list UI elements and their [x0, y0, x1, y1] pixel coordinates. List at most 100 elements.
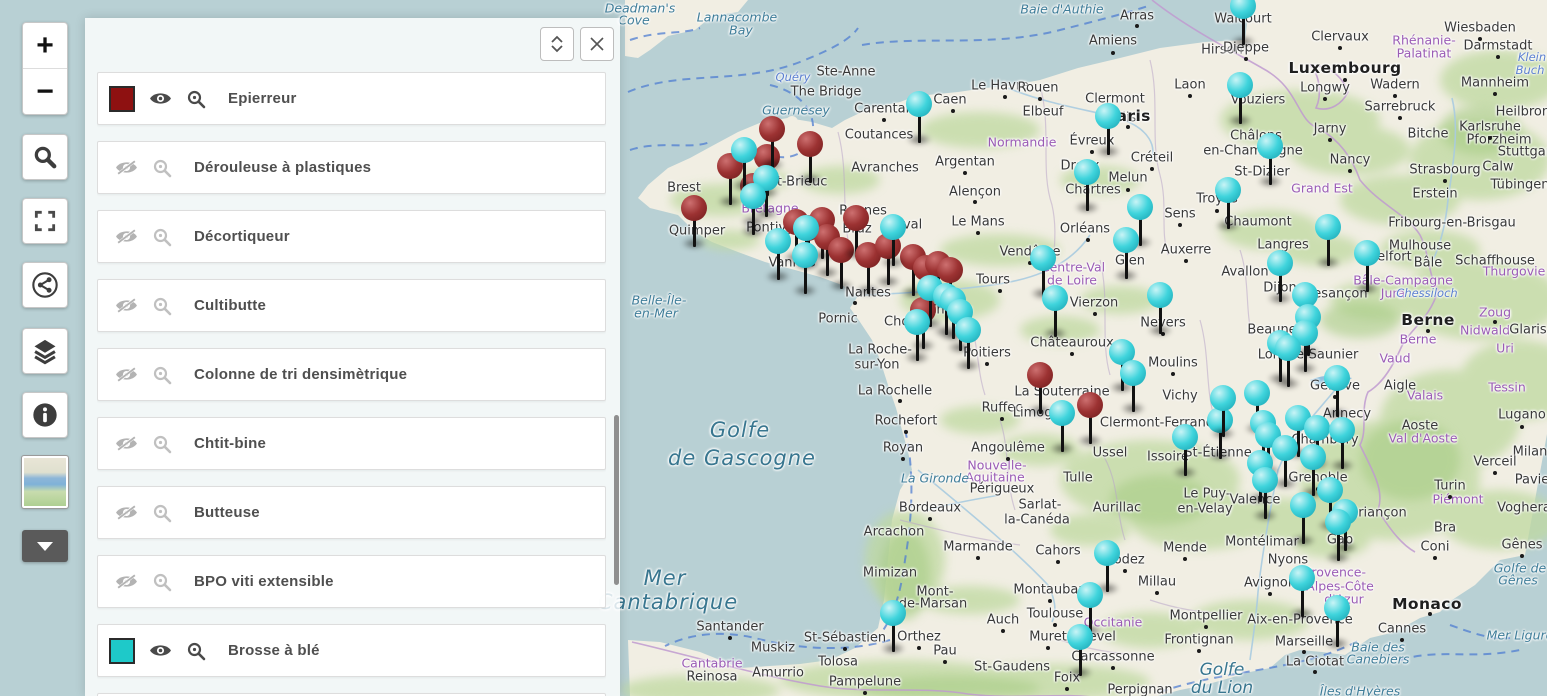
- about-button[interactable]: [22, 392, 68, 438]
- zoom-to-layer-button[interactable]: [152, 503, 172, 523]
- layer-name: Colonne de tri densimètrique: [194, 366, 407, 383]
- toggle-layer-visibility-button[interactable]: [115, 435, 138, 452]
- map-marker-brosse-a-ble[interactable]: [1329, 417, 1355, 473]
- map-marker-brosse-a-ble[interactable]: [1074, 159, 1100, 215]
- zoom-to-layer-icon: [152, 365, 172, 385]
- map-marker-brosse-a-ble[interactable]: [765, 228, 791, 284]
- map-marker-epierreur[interactable]: [759, 116, 785, 172]
- map-marker-brosse-a-ble[interactable]: [1324, 595, 1350, 651]
- layer-row: Cultibutte: [97, 279, 606, 332]
- map-marker-brosse-a-ble[interactable]: [1325, 509, 1351, 565]
- layer-row: Colonne de tri densimètrique: [97, 348, 606, 401]
- eye-off-icon: [115, 297, 138, 314]
- minimap[interactable]: [22, 456, 68, 508]
- layer-row: Butteuse: [97, 486, 606, 539]
- zoom-control: + −: [22, 22, 68, 115]
- map-marker-brosse-a-ble[interactable]: [1289, 565, 1315, 621]
- map-marker-epierreur[interactable]: [1077, 392, 1103, 448]
- map-marker-brosse-a-ble[interactable]: [1095, 103, 1121, 159]
- search-icon: [32, 144, 58, 170]
- minimap-collapse-button[interactable]: [22, 530, 68, 562]
- map-marker-brosse-a-ble[interactable]: [906, 91, 932, 147]
- map-marker-brosse-a-ble[interactable]: [1230, 0, 1256, 49]
- zoom-to-layer-icon: [186, 89, 206, 109]
- map-marker-brosse-a-ble[interactable]: [1147, 282, 1173, 338]
- zoom-to-layer-button[interactable]: [152, 158, 172, 178]
- panel-scrollbar[interactable]: [614, 415, 619, 585]
- layer-row: Brosse à blé: [97, 624, 606, 677]
- zoom-to-layer-button[interactable]: [152, 296, 172, 316]
- layer-name: Chtit-bine: [194, 435, 266, 452]
- map-marker-brosse-a-ble[interactable]: [904, 309, 930, 365]
- map-marker-brosse-a-ble[interactable]: [880, 600, 906, 656]
- map-marker-brosse-a-ble[interactable]: [1172, 424, 1198, 480]
- toggle-layer-visibility-button[interactable]: [115, 504, 138, 521]
- map-marker-brosse-a-ble[interactable]: [792, 242, 818, 298]
- layer-row: Dérouleuse à plastiques: [97, 141, 606, 194]
- zoom-to-layer-button[interactable]: [152, 227, 172, 247]
- eye-off-icon: [115, 573, 138, 590]
- sort-layers-button[interactable]: [540, 27, 574, 61]
- map-marker-epierreur[interactable]: [681, 195, 707, 251]
- zoom-to-layer-icon: [186, 641, 206, 661]
- zoom-to-layer-button[interactable]: [186, 89, 206, 109]
- map-marker-brosse-a-ble[interactable]: [1275, 335, 1301, 391]
- share-button[interactable]: [22, 262, 68, 308]
- map-marker-brosse-a-ble[interactable]: [1120, 360, 1146, 416]
- zoom-to-layer-button[interactable]: [152, 365, 172, 385]
- close-icon: [589, 36, 605, 52]
- layers-panel: EpierreurDérouleuse à plastiquesDécortiq…: [85, 18, 620, 696]
- layer-color-swatch: [109, 86, 135, 112]
- map-marker-brosse-a-ble[interactable]: [740, 183, 766, 239]
- zoom-to-layer-button[interactable]: [152, 434, 172, 454]
- eye-icon: [149, 90, 172, 107]
- toggle-layer-visibility-button[interactable]: [115, 159, 138, 176]
- info-icon: [31, 401, 59, 429]
- zoom-to-layer-icon: [152, 296, 172, 316]
- map-marker-brosse-a-ble[interactable]: [1354, 240, 1380, 296]
- zoom-to-layer-icon: [152, 158, 172, 178]
- map-marker-brosse-a-ble[interactable]: [1227, 72, 1253, 128]
- toggle-layer-visibility-button[interactable]: [115, 228, 138, 245]
- fullscreen-button[interactable]: [22, 198, 68, 244]
- map-marker-brosse-a-ble[interactable]: [1324, 365, 1350, 421]
- toggle-layer-visibility-button[interactable]: [115, 297, 138, 314]
- zoom-out-button[interactable]: −: [23, 69, 67, 115]
- chevron-down-icon: [37, 542, 53, 551]
- map-marker-brosse-a-ble[interactable]: [1315, 214, 1341, 270]
- zoom-to-layer-icon: [152, 434, 172, 454]
- layer-name: Cultibutte: [194, 297, 266, 314]
- map-marker-brosse-a-ble[interactable]: [1042, 285, 1068, 341]
- toggle-layer-visibility-button[interactable]: [115, 366, 138, 383]
- map-marker-brosse-a-ble[interactable]: [1252, 467, 1278, 523]
- zoom-in-button[interactable]: +: [23, 23, 67, 69]
- toggle-layer-visibility-button[interactable]: [149, 642, 172, 659]
- map-marker-brosse-a-ble[interactable]: [1049, 400, 1075, 456]
- map-marker-brosse-a-ble[interactable]: [1067, 624, 1093, 680]
- zoom-to-layer-button[interactable]: [186, 641, 206, 661]
- layer-name: Epierreur: [228, 90, 297, 107]
- layers-icon: [31, 337, 59, 365]
- search-button[interactable]: [22, 134, 68, 180]
- toggle-layer-visibility-button[interactable]: [149, 90, 172, 107]
- map-marker-brosse-a-ble[interactable]: [1267, 250, 1293, 306]
- map-marker-brosse-a-ble[interactable]: [955, 317, 981, 373]
- map-marker-brosse-a-ble[interactable]: [1257, 133, 1283, 189]
- layers-button[interactable]: [22, 328, 68, 374]
- sort-icon: [549, 34, 565, 54]
- layer-row: Epierreur: [97, 72, 606, 125]
- eye-off-icon: [115, 504, 138, 521]
- close-panel-button[interactable]: [580, 27, 614, 61]
- map-marker-brosse-a-ble[interactable]: [1290, 492, 1316, 548]
- zoom-to-layer-button[interactable]: [152, 572, 172, 592]
- map-marker-brosse-a-ble[interactable]: [1215, 177, 1241, 233]
- eye-icon: [149, 642, 172, 659]
- layer-list: EpierreurDérouleuse à plastiquesDécortiq…: [97, 58, 606, 696]
- zoom-to-layer-icon: [152, 227, 172, 247]
- map-marker-brosse-a-ble[interactable]: [880, 214, 906, 270]
- map-marker-brosse-a-ble[interactable]: [1210, 385, 1236, 441]
- toggle-layer-visibility-button[interactable]: [115, 573, 138, 590]
- map-marker-brosse-a-ble[interactable]: [1113, 227, 1139, 283]
- map-marker-epierreur[interactable]: [797, 131, 823, 187]
- layer-row: BPO viti extensible: [97, 555, 606, 608]
